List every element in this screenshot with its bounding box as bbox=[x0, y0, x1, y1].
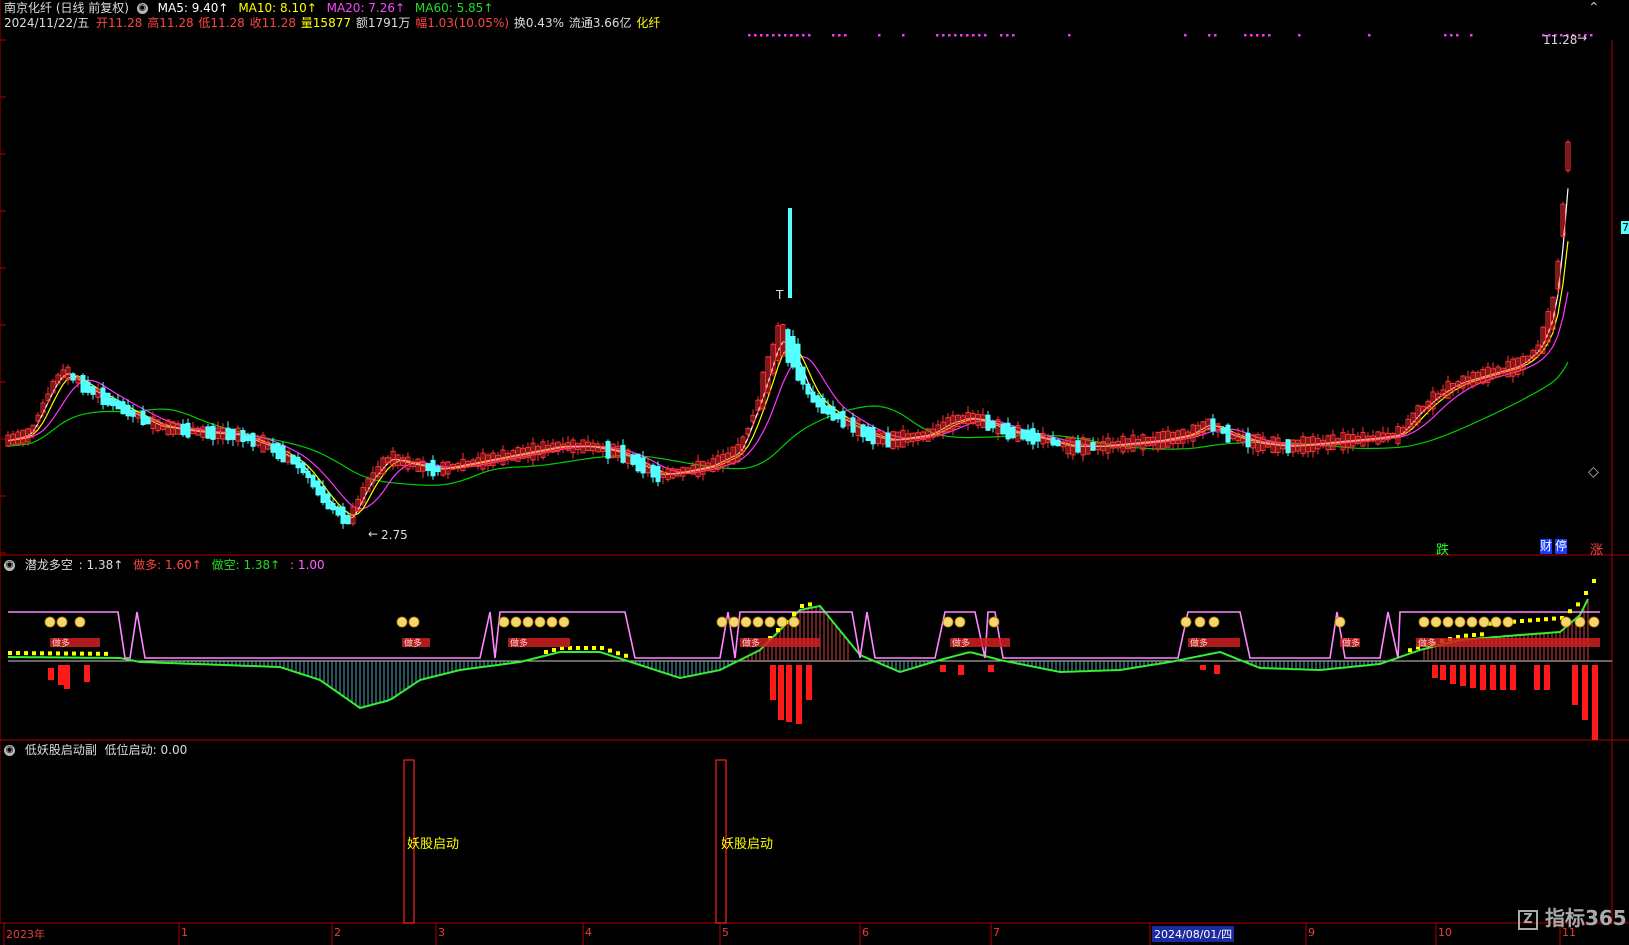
x-axis-label: 2024/08/01/四 bbox=[1152, 926, 1235, 942]
x-axis-label: 3 bbox=[438, 926, 445, 939]
header-line-1: 南京化纤 (日线 前复权) ◉ MA5: 9.40↑ MA10: 8.10↑ M… bbox=[4, 0, 499, 16]
indicator1-long: 做多: 1.60↑ bbox=[133, 558, 202, 572]
long-zone-label: 做多 bbox=[742, 637, 760, 649]
indicator1-short: 做空: 1.38↑ bbox=[211, 558, 281, 572]
long-zone-label: 做多 bbox=[510, 637, 528, 649]
low-price-label: 2.75 bbox=[381, 528, 408, 542]
x-axis-label: 9 bbox=[1308, 926, 1315, 939]
candlesticks[interactable] bbox=[5, 139, 1571, 529]
ma60-label: MA60: 5.85↑ bbox=[414, 1, 494, 15]
x-axis-label: 4 bbox=[585, 926, 592, 939]
badge-fall[interactable]: 跌 bbox=[1436, 539, 1449, 558]
long-zone-label: 做多 bbox=[952, 637, 970, 649]
x-axis-label: 5 bbox=[722, 926, 729, 939]
volume-label: 量15877 bbox=[300, 16, 351, 30]
ma60-line bbox=[7, 361, 1569, 486]
expand-icon[interactable]: ⌃ bbox=[1588, 0, 1600, 16]
ma20-line bbox=[7, 291, 1569, 510]
badge-rise[interactable]: 涨 bbox=[1590, 539, 1603, 558]
signal-label-2: 妖股启动 bbox=[721, 837, 774, 852]
high-arrow-icon: → bbox=[1577, 31, 1588, 45]
close-label: 收11.28 bbox=[249, 16, 296, 30]
date-label: 2024/11/22/五 bbox=[4, 16, 90, 30]
indicator1-v4: : 1.00 bbox=[290, 558, 325, 572]
x-axis-label: 1 bbox=[181, 926, 188, 939]
amount-label: 额1791万 bbox=[355, 16, 411, 30]
low-arrow-icon: ← bbox=[368, 527, 379, 541]
change-label: 幅1.03(10.05%) bbox=[415, 16, 510, 30]
brand-logo-icon: Z bbox=[1518, 909, 1538, 930]
signal-dots bbox=[748, 34, 1593, 37]
signal-label-1: 妖股启动 bbox=[407, 837, 460, 852]
high-price-label: 11.28 bbox=[1543, 33, 1578, 47]
indicator1-v1: : 1.38↑ bbox=[78, 558, 124, 572]
x-axis-label: 10 bbox=[1438, 926, 1452, 939]
t-marker: T bbox=[776, 288, 784, 302]
indicator1-name[interactable]: 潜龙多空 bbox=[25, 558, 73, 572]
low-label: 低11.28 bbox=[198, 16, 245, 30]
badge-report[interactable]: 财 bbox=[1540, 539, 1553, 554]
ma5-label: MA5: 9.40↑ bbox=[157, 1, 229, 15]
qianlong-indicator[interactable]: 做多 做多 做多 做多 做多 做多 做多 做多 bbox=[8, 579, 1612, 740]
brand-text: 指标365 bbox=[1544, 906, 1627, 930]
right-price-tag: 7 bbox=[1621, 221, 1629, 234]
long-zone-label: 做多 bbox=[1418, 637, 1436, 649]
x-axis-label: 2023年 bbox=[6, 928, 45, 941]
long-zone-label: 做多 bbox=[404, 637, 422, 649]
high-label: 高11.28 bbox=[147, 16, 194, 30]
x-axis-label: 7 bbox=[993, 926, 1000, 939]
x-axis-label: 6 bbox=[862, 926, 869, 939]
sector-label[interactable]: 化纤 bbox=[636, 16, 660, 30]
float-label: 流通3.66亿 bbox=[568, 16, 632, 30]
eye-icon[interactable]: ◉ bbox=[136, 3, 148, 14]
open-label: 开11.28 bbox=[96, 16, 143, 30]
eye-icon[interactable]: ◉ bbox=[4, 745, 15, 756]
eye-icon[interactable]: ◉ bbox=[4, 560, 15, 571]
indicator2-name[interactable]: 低妖股启动副 bbox=[25, 743, 97, 757]
header-line-2: 2024/11/22/五 开11.28 高11.28 低11.28 收11.28… bbox=[4, 15, 666, 31]
long-zone-label: 做多 bbox=[52, 637, 70, 649]
ma10-label: MA10: 8.10↑ bbox=[238, 1, 317, 15]
brand-watermark: Z 指标365 bbox=[1518, 902, 1627, 931]
diamond-icon[interactable]: ◇ bbox=[1588, 464, 1599, 480]
stock-title[interactable]: 南京化纤 (日线 前复权) bbox=[4, 1, 129, 15]
indicator1-header: ◉ 潜龙多空 : 1.38↑ 做多: 1.60↑ 做空: 1.38↑ : 1.0… bbox=[4, 557, 331, 573]
badge-stop[interactable]: 停 bbox=[1555, 539, 1568, 554]
indicator2-header: ◉ 低妖股启动副 低位启动: 0.00 bbox=[4, 742, 193, 758]
x-axis-label: 2 bbox=[334, 926, 341, 939]
chart-canvas[interactable]: 做多 做多 做多 做多 做多 做多 做多 做多 bbox=[0, 0, 1629, 945]
long-zone-label: 做多 bbox=[1342, 637, 1360, 649]
long-zone-label: 做多 bbox=[1190, 637, 1208, 649]
indicator2-value: 低位启动: 0.00 bbox=[104, 743, 188, 757]
turnover-label: 换0.43% bbox=[513, 16, 564, 30]
ma20-label: MA20: 7.26↑ bbox=[326, 1, 406, 15]
